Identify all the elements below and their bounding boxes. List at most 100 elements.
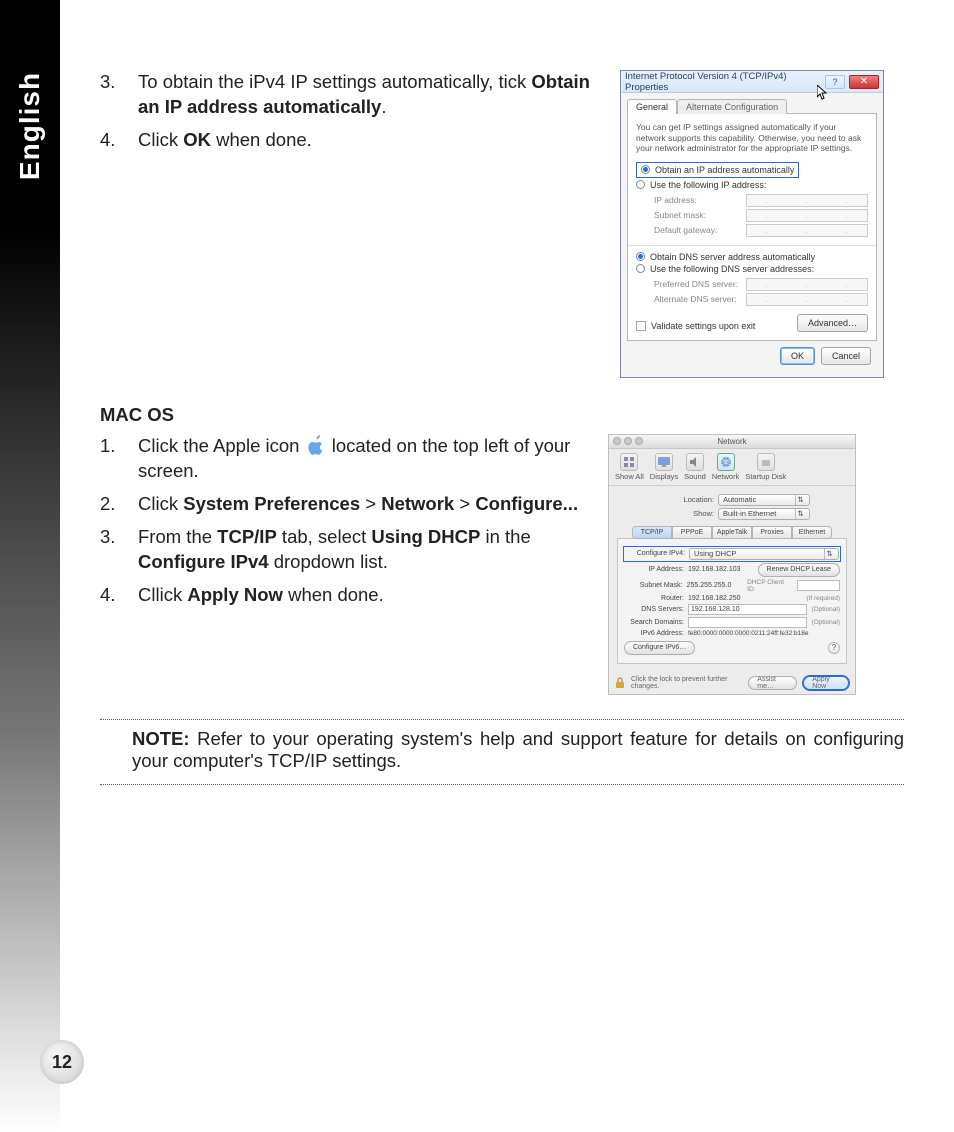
mac-s3-b3: Configure IPv4 (138, 551, 269, 572)
row-use-ip[interactable]: Use the following IP address: (636, 180, 868, 190)
mac-s3-d: dropdown list. (269, 551, 388, 572)
radio-use-ip[interactable] (636, 180, 645, 189)
client-id-label: DHCP Client ID: (747, 579, 793, 593)
lbl-gateway: Default gateway: (654, 225, 740, 235)
tb-sound[interactable]: Sound (684, 453, 706, 481)
mac-s2-gt2: > (454, 493, 475, 514)
tb-startup[interactable]: Startup Disk (745, 453, 786, 481)
close-button[interactable]: ✕ (849, 75, 879, 89)
location-value: Automatic (723, 495, 756, 504)
input-ip[interactable]: ... (746, 194, 868, 207)
ipv6-label: IPv6 Address: (624, 630, 684, 637)
cfg-ipv4-label: Configure IPv4: (625, 550, 685, 557)
note-separator-top (100, 719, 904, 720)
tb-displays[interactable]: Displays (650, 453, 678, 481)
show-select[interactable]: Built-in Ethernet⇅ (718, 508, 810, 520)
row-auto-dns[interactable]: Obtain DNS server address automatically (636, 252, 868, 262)
mac-step-4: Cllick Apply Now when done. (100, 583, 590, 608)
tb-network[interactable]: Network (712, 453, 740, 481)
mac-s3-b1: TCP/IP (217, 526, 277, 547)
win-tabs: General Alternate Configuration (627, 99, 877, 114)
ok-button[interactable]: OK (780, 347, 815, 365)
mac-s2-b2: Network (381, 493, 454, 514)
subnet-label: Subnet Mask: (624, 582, 683, 589)
mac-tab-ethernet[interactable]: Ethernet (792, 526, 832, 539)
search-domains-input[interactable] (688, 617, 807, 628)
chevron-updown-icon: ⇅ (824, 549, 834, 559)
network-globe-icon (717, 453, 735, 471)
tb-sound-label: Sound (684, 472, 706, 481)
mac-s2-gt1: > (360, 493, 381, 514)
configure-ipv6-button[interactable]: Configure IPv6… (624, 641, 695, 655)
language-label: English (14, 72, 46, 180)
mac-s4-b: Apply Now (187, 584, 283, 605)
tb-displays-label: Displays (650, 472, 678, 481)
windows-steps: To obtain the iPv4 IP settings automatic… (100, 70, 590, 161)
chevron-updown-icon: ⇅ (795, 509, 805, 519)
radio-use-dns[interactable] (636, 264, 645, 273)
dns-optional: (Optional) (811, 606, 840, 613)
win-title-text: Internet Protocol Version 4 (TCP/IPv4) P… (625, 71, 821, 93)
mac-s2-b1: System Preferences (183, 493, 360, 514)
row-validate[interactable]: Validate settings upon exit (636, 321, 755, 331)
mac-network-dialog: Network Show All Displays Sound Network … (608, 434, 856, 695)
chevron-updown-icon: ⇅ (795, 495, 805, 505)
win-footer: OK Cancel (627, 341, 877, 371)
page: English 12 To obtain the iPv4 IP setting… (0, 0, 954, 1132)
checkbox-validate[interactable] (636, 321, 646, 331)
renew-lease-button[interactable]: Renew DHCP Lease (758, 563, 840, 577)
radio-auto-dns[interactable] (636, 252, 645, 261)
mac-step-3: From the TCP/IP tab, select Using DHCP i… (100, 525, 590, 575)
help-icon[interactable]: ? (828, 642, 840, 654)
mac-body: Location: Automatic ⇅ Show: Built-in Ethe… (609, 486, 855, 672)
row-use-dns[interactable]: Use the following DNS server addresses: (636, 264, 868, 274)
note-label: NOTE: (132, 728, 190, 749)
lbl-subnet: Subnet mask: (654, 210, 740, 220)
step-4: Click OK when done. (100, 128, 590, 153)
tb-network-label: Network (712, 472, 740, 481)
mac-s3-b: tab, select (277, 526, 372, 547)
mac-titlebar: Network (609, 435, 855, 449)
mac-s3-c: in the (480, 526, 530, 547)
location-select[interactable]: Automatic ⇅ (718, 494, 810, 506)
step3-text-b: . (381, 96, 386, 117)
highlight-auto-ip: Obtain an IP address automatically (636, 162, 799, 178)
lock-icon[interactable] (615, 677, 625, 689)
tab-alternate[interactable]: Alternate Configuration (677, 99, 787, 114)
content-area: To obtain the iPv4 IP settings automatic… (100, 70, 904, 793)
note-text: Refer to your operating system's help an… (132, 728, 904, 771)
dns-input[interactable]: 192.168.128.10 (688, 604, 807, 615)
location-label: Location: (654, 495, 714, 504)
client-id-input[interactable] (797, 580, 840, 591)
mac-s3-b2: Using DHCP (371, 526, 480, 547)
label-validate: Validate settings upon exit (651, 321, 755, 331)
assist-me-button[interactable]: Assist me… (748, 676, 797, 690)
macos-steps: Click the Apple icon located on the top … (100, 434, 590, 616)
macos-heading: MAC OS (100, 404, 904, 426)
cancel-button[interactable]: Cancel (821, 347, 871, 365)
cfg-ipv4-select[interactable]: Using DHCP⇅ (689, 548, 839, 560)
advanced-button[interactable]: Advanced… (797, 314, 868, 332)
show-label: Show: (654, 509, 714, 518)
apply-now-button[interactable]: Apply Now (803, 676, 849, 690)
mac-tcpip-panel: Configure IPv4: Using DHCP⇅ IP Address: … (617, 538, 847, 664)
dns-label: DNS Servers: (624, 606, 684, 613)
search-optional: (Optional) (811, 619, 840, 626)
mac-tab-tcpip[interactable]: TCP/IP (632, 526, 672, 539)
input-dns1[interactable]: ... (746, 278, 868, 291)
input-subnet[interactable]: ... (746, 209, 868, 222)
lbl-ip: IP address: (654, 195, 740, 205)
ip-fields: IP address:... Subnet mask:... Default g… (654, 194, 868, 237)
mac-footer: Click the lock to prevent further change… (609, 672, 855, 694)
input-dns2[interactable]: ... (746, 293, 868, 306)
radio-auto-ip[interactable] (641, 165, 650, 174)
mac-tab-proxies[interactable]: Proxies (752, 526, 792, 539)
step4-bold: OK (183, 129, 211, 150)
mac-tab-pppoe[interactable]: PPPoE (672, 526, 712, 539)
mac-tab-appletalk[interactable]: AppleTalk (712, 526, 752, 539)
input-gateway[interactable]: ... (746, 224, 868, 237)
tb-showall[interactable]: Show All (615, 453, 644, 481)
windows-ipv4-dialog: Internet Protocol Version 4 (TCP/IPv4) P… (620, 70, 884, 378)
tab-general[interactable]: General (627, 99, 677, 114)
mac-s2-b3: Configure... (475, 493, 578, 514)
